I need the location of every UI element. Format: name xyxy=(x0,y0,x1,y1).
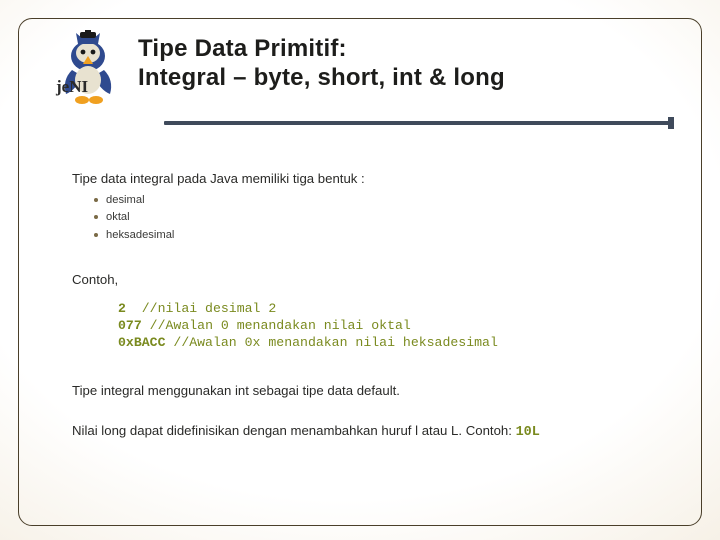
code-example: 2 //nilai desimal 2 077 //Awalan 0 menan… xyxy=(118,301,660,352)
paragraph-long-suffix: Nilai long dapat didefinisikan dengan me… xyxy=(72,422,660,442)
logo-text: jeNI xyxy=(55,77,88,96)
title-block: Tipe Data Primitif: Integral – byte, sho… xyxy=(138,34,680,93)
code-literal: 077 xyxy=(118,318,142,333)
code-inline: 10L xyxy=(516,425,540,440)
header: jeNI Tipe Data Primitif: Integral – byte… xyxy=(52,34,680,115)
body: Tipe data integral pada Java memiliki ti… xyxy=(72,171,660,442)
title-line-1: Tipe Data Primitif: xyxy=(138,35,347,62)
code-comment: //Awalan 0x menandakan nilai heksadesima… xyxy=(173,335,497,350)
paragraph-default-type: Tipe integral menggunakan int sebagai ti… xyxy=(72,382,660,400)
list-item: desimal xyxy=(94,192,660,209)
slide-title: Tipe Data Primitif: Integral – byte, sho… xyxy=(138,34,680,93)
title-line-2: Integral – byte, short, int & long xyxy=(138,64,505,91)
title-underline xyxy=(164,121,672,125)
list-item: oktal xyxy=(94,209,660,226)
forms-list: desimal oktal heksadesimal xyxy=(94,192,660,244)
mascot-icon: jeNI xyxy=(52,30,128,110)
code-comment: //nilai desimal 2 xyxy=(142,301,277,316)
code-literal: 2 xyxy=(118,301,126,316)
code-literal: 0xBACC xyxy=(118,335,165,350)
code-comment: //Awalan 0 menandakan nilai oktal xyxy=(150,318,411,333)
slide: jeNI Tipe Data Primitif: Integral – byte… xyxy=(0,0,720,540)
lead-text: Tipe data integral pada Java memiliki ti… xyxy=(72,171,660,186)
example-label: Contoh, xyxy=(72,272,660,287)
list-item: heksadesimal xyxy=(94,227,660,244)
jeni-logo: jeNI xyxy=(52,30,128,115)
